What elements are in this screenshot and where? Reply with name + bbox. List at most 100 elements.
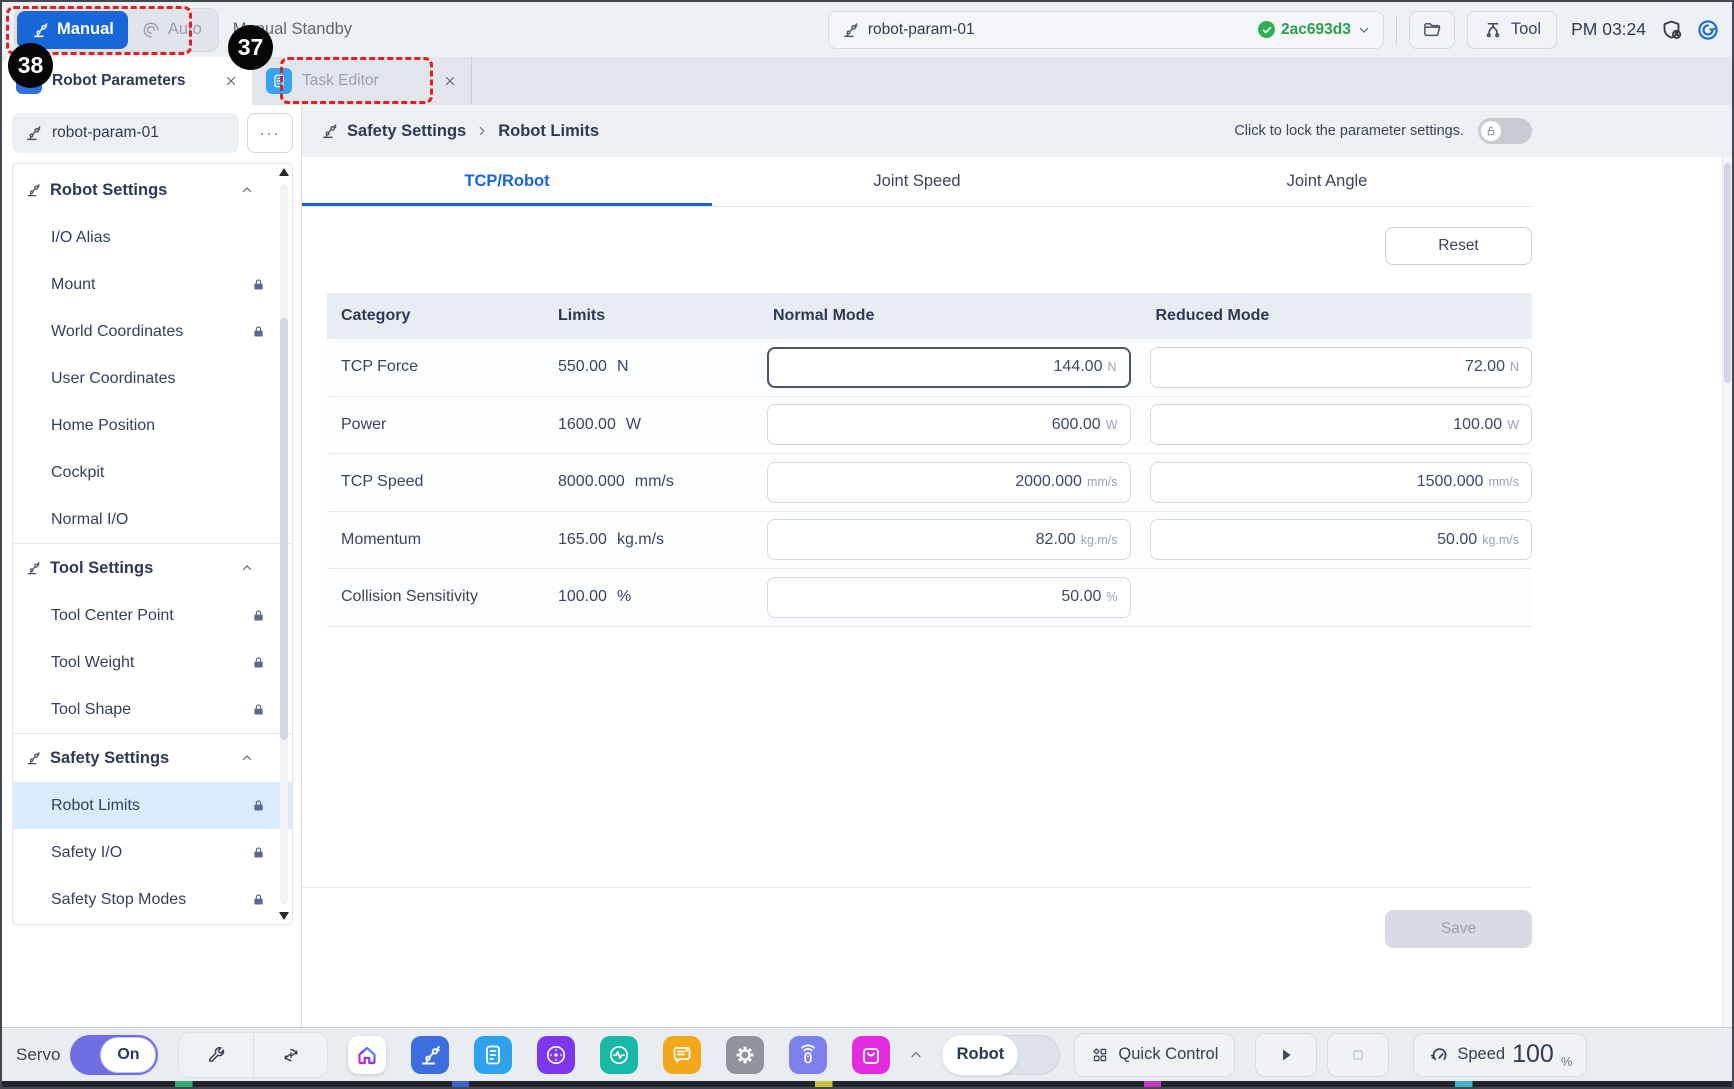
annotation-badge-38: 38 <box>8 43 53 88</box>
robot-arm-icon <box>25 560 41 576</box>
reduced-mode-input[interactable]: 1500.000mm/s <box>1150 462 1533 503</box>
tab-joint-angle[interactable]: Joint Angle <box>1122 157 1532 206</box>
app-store-icon[interactable] <box>852 1036 890 1074</box>
app-task-editor-icon[interactable] <box>474 1036 512 1074</box>
normal-mode-input[interactable]: 50.00% <box>767 577 1131 618</box>
speed-control[interactable]: Speed 100 % <box>1413 1033 1587 1077</box>
category-cell: Power <box>327 416 520 434</box>
safety-shield-icon[interactable] <box>1660 18 1684 42</box>
input-value: 82.00 <box>1036 531 1076 549</box>
sidebar-item-cockpit[interactable]: Cockpit <box>13 449 292 496</box>
sidebar-item-safety-i-o[interactable]: Safety I/O <box>13 829 292 876</box>
normal-mode-input[interactable]: 2000.000mm/s <box>767 462 1131 503</box>
sidebar-item-user-coordinates[interactable]: User Coordinates <box>13 355 292 402</box>
robot-sim-toggle[interactable]: Robot <box>942 1035 1060 1075</box>
servo-toggle[interactable]: On <box>70 1035 158 1075</box>
sidebar-item-tool-weight[interactable]: Tool Weight <box>13 639 292 686</box>
sidebar-item-safety-stop-modes[interactable]: Safety Stop Modes <box>13 876 292 923</box>
sidebar-item-robot-limits[interactable]: Robot Limits <box>13 782 292 829</box>
input-unit: N <box>1107 360 1116 374</box>
reduced-mode-input[interactable]: 100.00W <box>1150 404 1533 445</box>
sidebar-item-tool-center-point[interactable]: Tool Center Point <box>13 592 292 639</box>
reset-button[interactable]: Reset <box>1385 227 1532 265</box>
app-robot-icon[interactable] <box>411 1036 449 1074</box>
tab-joint-speed[interactable]: Joint Speed <box>712 157 1122 206</box>
commit-badge: 2ac693d3 <box>1258 21 1371 39</box>
limit-cell: 1600.00W <box>520 416 767 434</box>
servo-label: Servo <box>16 1045 60 1065</box>
sidebar-item-mount[interactable]: Mount <box>13 261 292 308</box>
sidebar-item-i-o-alias[interactable]: I/O Alias <box>13 214 292 261</box>
breadcrumb-section[interactable]: Safety Settings <box>347 122 466 141</box>
sidebar-param-row: robot-param-01 ··· <box>12 113 293 153</box>
scrollbar-thumb[interactable] <box>280 318 288 739</box>
main-panel: Safety Settings Robot Limits Click to lo… <box>302 105 1732 1027</box>
app-remote-control-icon[interactable] <box>789 1036 827 1074</box>
sidebar-nav: Robot SettingsI/O AliasMountWorld Coordi… <box>12 163 293 925</box>
save-button[interactable]: Save <box>1385 910 1532 948</box>
sidebar-section-robot-settings[interactable]: Robot Settings <box>13 166 292 214</box>
main-scrollbar[interactable] <box>1722 157 1732 1027</box>
open-file-button[interactable] <box>1409 11 1455 49</box>
lock-icon <box>251 324 266 339</box>
normal-mode-cell: 2000.000mm/s <box>767 462 1150 503</box>
sidebar-section-tool-settings[interactable]: Tool Settings <box>13 544 292 592</box>
wrench-icon <box>206 1045 226 1065</box>
tab-tcp-robot[interactable]: TCP/Robot <box>302 157 712 206</box>
parameter-lock-toggle[interactable] <box>1478 118 1532 144</box>
input-unit: kg.m/s <box>1081 533 1118 547</box>
recovery-icon[interactable] <box>1696 18 1720 42</box>
param-name-input[interactable]: robot-param-01 <box>12 113 239 153</box>
normal-mode-input[interactable]: 600.00 W <box>767 404 1131 445</box>
item-label: Robot Limits <box>51 797 140 815</box>
sidebar-item-normal-i-o[interactable]: Normal I/O <box>13 496 292 543</box>
table-row-tcp-speed: TCP Speed8000.000mm/s2000.000mm/s1500.00… <box>327 454 1532 512</box>
app-monitoring-icon[interactable] <box>600 1036 638 1074</box>
play-button[interactable] <box>1255 1033 1317 1077</box>
reduced-mode-cell: 72.00N <box>1150 347 1533 388</box>
sidebar-item-world-coordinates[interactable]: World Coordinates <box>13 308 292 355</box>
scroll-down-arrow[interactable] <box>279 912 289 920</box>
close-icon[interactable] <box>443 74 457 88</box>
limit-cell: 100.00% <box>520 588 767 606</box>
tab-task-editor[interactable]: Task Editor <box>252 57 472 105</box>
input-value: 600.00 <box>1052 416 1101 434</box>
maintenance-button[interactable] <box>178 1032 253 1078</box>
sidebar-item-tool-shape[interactable]: Tool Shape <box>13 686 292 733</box>
scroll-up-arrow[interactable] <box>279 168 289 176</box>
remote-control-glyph <box>796 1043 820 1067</box>
normal-mode-input[interactable]: 144.00N <box>767 347 1131 388</box>
scrollbar-thumb[interactable] <box>1724 163 1731 383</box>
more-options-button[interactable]: ··· <box>247 113 293 153</box>
tab-label: Robot Parameters <box>52 72 186 90</box>
quick-control-button[interactable]: Quick Control <box>1074 1033 1235 1077</box>
close-icon[interactable] <box>224 74 238 88</box>
sidebar-scrollbar[interactable] <box>279 168 289 920</box>
app-settings-icon[interactable] <box>726 1036 764 1074</box>
sidebar-item-home-position[interactable]: Home Position <box>13 402 292 449</box>
limits-table: Category Limits Normal Mode Reduced Mode… <box>327 293 1532 627</box>
item-label: Tool Shape <box>51 701 131 719</box>
param-file-selector[interactable]: robot-param-01 2ac693d3 <box>828 11 1384 49</box>
app-jog-icon[interactable] <box>537 1036 575 1074</box>
sync-position-button[interactable] <box>253 1032 329 1078</box>
top-bar-right: robot-param-01 2ac693d3 Tool PM 03:24 <box>828 11 1720 49</box>
normal-mode-input[interactable]: 82.00 kg.m/s <box>767 519 1131 560</box>
section-label: Safety Settings <box>50 749 169 768</box>
reduced-mode-input[interactable]: 50.00kg.m/s <box>1150 519 1533 560</box>
normal-mode-cell: 144.00N <box>767 347 1150 388</box>
chevron-up-icon[interactable] <box>908 1047 924 1063</box>
input-unit: kg.m/s <box>1482 533 1519 547</box>
auto-mode-button[interactable]: Auto <box>128 11 216 49</box>
app-home-icon[interactable] <box>348 1036 386 1074</box>
tool-button[interactable]: Tool <box>1467 11 1557 49</box>
sidebar-section-safety-settings[interactable]: Safety Settings <box>13 734 292 782</box>
app-log-icon[interactable] <box>663 1036 701 1074</box>
lock-icon <box>251 892 266 907</box>
input-unit: W <box>1106 418 1118 432</box>
stop-button[interactable] <box>1327 1033 1389 1077</box>
item-label: Safety I/O <box>51 844 122 862</box>
column-header-limits: Limits <box>520 307 767 325</box>
reduced-mode-input[interactable]: 72.00N <box>1150 347 1533 388</box>
robot-arm-icon <box>25 182 41 198</box>
